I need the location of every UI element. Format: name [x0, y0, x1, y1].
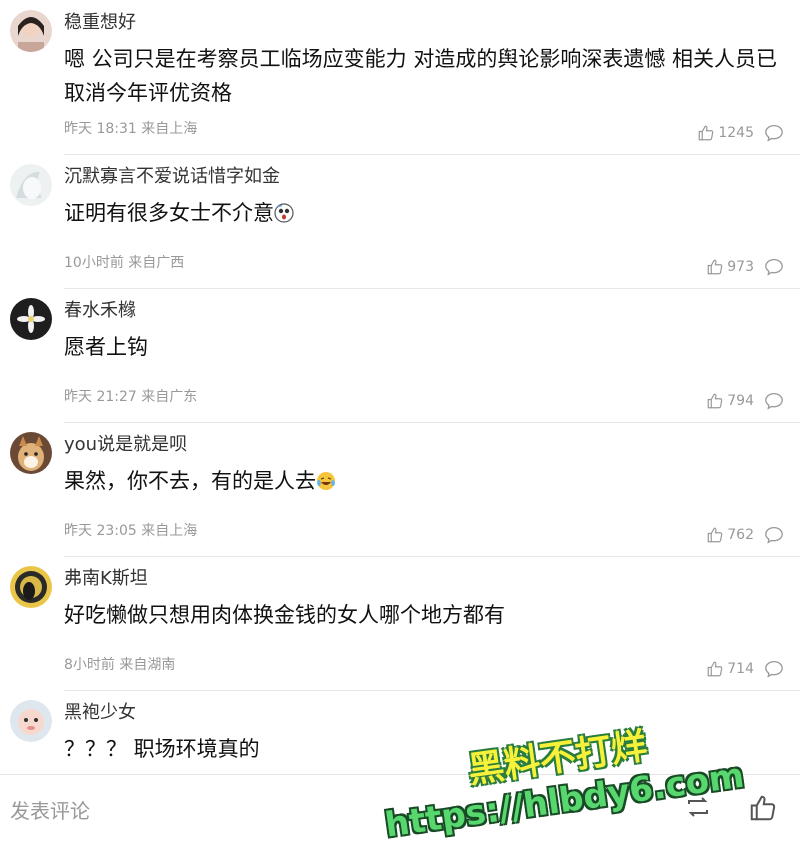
thumbs-up-icon	[699, 125, 714, 141]
comment-item: 稳重想好 嗯 公司只是在考察员工临场应变能力 对造成的舆论影响深表遗憾 相关人员…	[0, 0, 800, 154]
avatar[interactable]	[10, 432, 52, 474]
thumbs-up-icon	[707, 661, 723, 677]
comment-text: 果然，你不去，有的是人去	[64, 464, 780, 501]
username[interactable]: 春水禾橼	[64, 298, 136, 324]
speech-bubble-icon	[765, 124, 783, 142]
comment-time: 8小时前	[64, 657, 115, 673]
laughing-tears-emoji-icon	[316, 467, 336, 501]
comment-item: you说是就是呗 果然，你不去，有的是人去 昨天 23:05 来自上海 762	[0, 422, 800, 556]
comment-text: 好吃懒做只想用肉体换金钱的女人哪个地方都有	[64, 603, 505, 627]
comment-location: 来自上海	[141, 121, 198, 137]
comment-location: 来自广西	[128, 255, 185, 271]
like-count: 794	[727, 393, 754, 409]
username[interactable]: 沉默寡言不爱说话惜字如金	[64, 164, 280, 190]
like-button[interactable]: 1245	[697, 124, 754, 142]
comment-meta: 昨天 21:27 来自广东	[64, 386, 197, 406]
avatar[interactable]	[10, 10, 52, 52]
post-comment-input[interactable]: 发表评论	[10, 795, 90, 824]
comment-text: ？？？ 职场环境真的	[64, 737, 260, 761]
like-button[interactable]: 794	[706, 392, 754, 410]
reply-button[interactable]	[764, 258, 784, 276]
comment-meta: 昨天 18:31 来自上海	[64, 118, 197, 138]
like-button[interactable]: 714	[706, 660, 754, 678]
comment-actions: 1245	[697, 124, 784, 142]
reply-button[interactable]	[764, 660, 784, 678]
thumbs-up-icon	[707, 393, 723, 409]
comment-list: 稳重想好 嗯 公司只是在考察员工临场应变能力 对造成的舆论影响深表遗憾 相关人员…	[0, 0, 800, 775]
avatar[interactable]	[10, 298, 52, 340]
comment-text: 嗯 公司只是在考察员工临场应变能力 对造成的舆论影响深表遗憾 相关人员已取消今年…	[64, 47, 778, 105]
like-button[interactable]: 973	[706, 258, 754, 276]
reply-button[interactable]	[764, 124, 784, 142]
username[interactable]: 弗南K斯坦	[64, 566, 148, 592]
like-count: 973	[727, 259, 754, 275]
comment-item: 沉默寡言不爱说话惜字如金 证明有很多女士不介意 10小时前 来自广西 973	[0, 154, 800, 288]
username[interactable]: 黑袍少女	[64, 700, 136, 726]
comment-time: 昨天 21:27	[64, 389, 137, 405]
comment-text: 愿者上钩	[64, 335, 148, 359]
avatar[interactable]	[10, 164, 52, 206]
like-button[interactable]: 762	[706, 526, 754, 544]
username[interactable]: 稳重想好	[64, 10, 136, 36]
thumbs-up-icon	[707, 259, 723, 275]
comment-text-body: 证明有很多女士不介意	[64, 201, 274, 225]
comment-actions: 794	[706, 392, 784, 410]
comment-meta: 8小时前 来自湖南	[64, 654, 175, 674]
reply-button[interactable]	[764, 392, 784, 410]
comment-text: 证明有很多女士不介意	[64, 196, 780, 233]
comment-time: 10小时前	[64, 255, 124, 271]
comment-actions: 714	[706, 660, 784, 678]
thumbs-up-icon	[707, 527, 723, 543]
comment-meta: 10小时前 来自广西	[64, 252, 184, 272]
username[interactable]: you说是就是呗	[64, 432, 187, 458]
like-count: 714	[727, 661, 754, 677]
speech-bubble-icon	[765, 660, 783, 678]
comment-location: 来自上海	[141, 523, 198, 539]
comment-location: 来自广东	[141, 389, 198, 405]
speech-bubble-icon	[765, 258, 783, 276]
like-count: 762	[727, 527, 754, 543]
reply-button[interactable]	[764, 526, 784, 544]
comment-location: 来自湖南	[119, 657, 176, 673]
avatar[interactable]	[10, 700, 52, 742]
like-count: 1245	[718, 125, 754, 141]
comment-actions: 762	[706, 526, 784, 544]
speech-bubble-icon	[765, 526, 783, 544]
shocked-face-emoji-icon	[274, 199, 294, 233]
comment-meta: 昨天 23:05 来自上海	[64, 520, 197, 540]
bottom-bar: 发表评论	[0, 774, 800, 839]
comment-item: 弗南K斯坦 好吃懒做只想用肉体换金钱的女人哪个地方都有 8小时前 来自湖南 71…	[0, 556, 800, 690]
comment-item: 黑袍少女 ？？？ 职场环境真的	[0, 690, 800, 775]
comment-text-body: 果然，你不去，有的是人去	[64, 469, 316, 493]
avatar[interactable]	[10, 566, 52, 608]
repost-icon[interactable]	[684, 793, 712, 825]
speech-bubble-icon	[765, 392, 783, 410]
comment-time: 昨天 23:05	[64, 523, 137, 539]
comment-item: 春水禾橼 愿者上钩 昨天 21:27 来自广东 794	[0, 288, 800, 422]
comment-time: 昨天 18:31	[64, 121, 137, 137]
comment-actions: 973	[706, 258, 784, 276]
thumbs-up-icon[interactable]	[748, 793, 778, 827]
